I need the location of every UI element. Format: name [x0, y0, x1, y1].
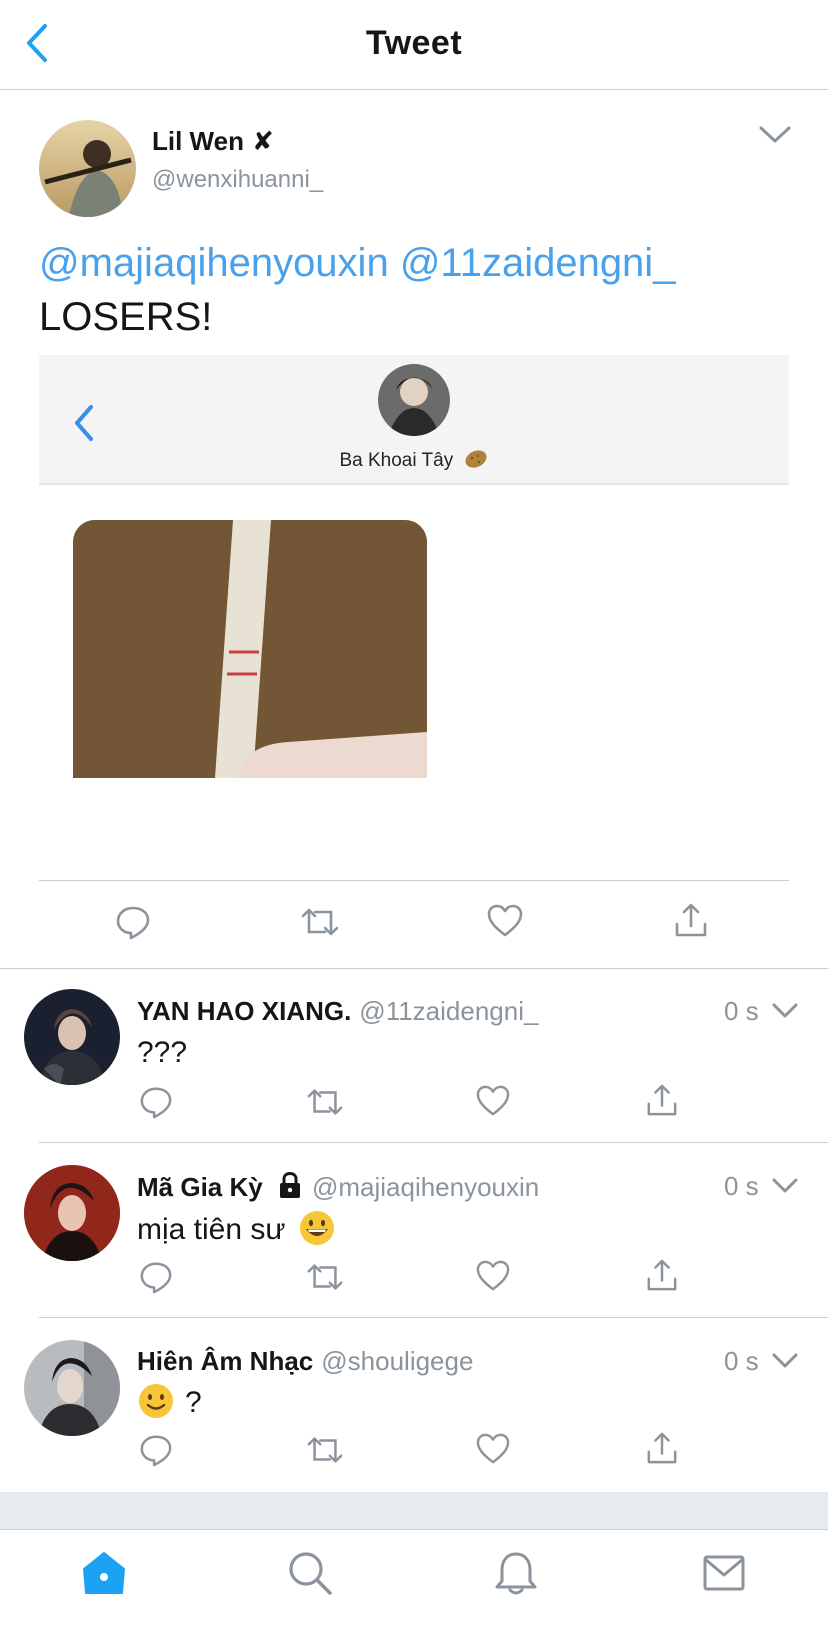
reply-button[interactable]	[139, 1085, 173, 1124]
author-name-text: Lil Wen	[152, 126, 244, 156]
retweet-icon	[307, 1437, 343, 1463]
embed-chat-avatar	[378, 364, 450, 436]
reply-icon	[140, 1262, 172, 1294]
author-name[interactable]: Lil Wen ✘	[152, 126, 274, 157]
bottom-tab-bar	[0, 1531, 828, 1628]
mention-link[interactable]: @11zaidengni_	[400, 241, 676, 285]
embed-chat-name-text: Ba Khoai Tây	[339, 450, 454, 471]
tweet-image[interactable]: Ba Khoai Tây	[39, 355, 789, 865]
search-icon	[289, 1552, 332, 1595]
tab-search[interactable]	[286, 1549, 334, 1597]
reply-text: ???	[137, 1036, 188, 1069]
reply-author-name[interactable]: Hiên Âm Nhạc	[137, 1346, 313, 1376]
mention-link[interactable]: @majiaqihenyouxin	[39, 241, 389, 285]
share-icon	[675, 903, 707, 937]
share-button[interactable]	[674, 902, 708, 943]
reply-timestamp: 0 s	[724, 1171, 759, 1201]
like-button[interactable]	[476, 1085, 510, 1122]
heart-icon	[476, 1433, 510, 1464]
reply-text-content: ?	[185, 1386, 202, 1419]
lock-icon	[279, 1171, 300, 1198]
reply-tweet[interactable]: Hiên Âm Nhạc @shouligege 0 s ?	[0, 1318, 828, 1492]
reply-options-button[interactable]	[770, 1175, 800, 1197]
chevron-down-icon	[772, 1353, 798, 1368]
embed-photo	[73, 520, 427, 778]
reply-header: Mã Gia Kỳ @majiaqihenyouxin	[137, 1171, 539, 1203]
retweet-button[interactable]	[306, 1261, 344, 1298]
home-icon	[83, 1552, 125, 1594]
reply-text: mịa tiên sư	[137, 1209, 336, 1247]
heart-icon	[476, 1260, 510, 1291]
tab-notifications[interactable]	[492, 1549, 540, 1597]
author-avatar[interactable]	[39, 120, 136, 217]
share-button[interactable]	[646, 1083, 678, 1122]
share-icon	[647, 1259, 677, 1291]
retweet-button[interactable]	[306, 1086, 344, 1123]
chevron-down-icon	[772, 1003, 798, 1018]
notifications-icon	[495, 1552, 537, 1595]
top-bar: Tweet	[0, 0, 828, 90]
reply-author-handle[interactable]: @shouligege	[321, 1346, 473, 1376]
retweet-icon	[307, 1264, 343, 1290]
tab-messages[interactable]	[700, 1549, 748, 1597]
reply-author-name[interactable]: YAN HAO XIANG.	[137, 996, 351, 1026]
reply-avatar[interactable]	[24, 989, 120, 1085]
reply-icon	[140, 1087, 172, 1119]
reply-timestamp: 0 s	[724, 1346, 759, 1376]
share-icon	[647, 1432, 677, 1464]
potato-icon	[464, 450, 487, 468]
reply-button[interactable]	[115, 904, 151, 945]
share-button[interactable]	[646, 1258, 678, 1297]
tweet-body: LOSERS!	[39, 295, 213, 339]
chevron-down-icon	[772, 1178, 798, 1193]
author-badge: ✘	[251, 126, 274, 156]
like-button[interactable]	[476, 1260, 510, 1297]
reply-timestamp: 0 s	[724, 996, 759, 1026]
slightly-smiling-face-icon	[139, 1384, 173, 1418]
reply-button[interactable]	[139, 1260, 173, 1299]
messages-icon	[703, 1555, 745, 1591]
retweet-button[interactable]	[306, 1434, 344, 1471]
reply-options-button[interactable]	[770, 1000, 800, 1022]
like-button[interactable]	[487, 904, 523, 943]
like-button[interactable]	[476, 1433, 510, 1470]
author-handle[interactable]: @wenxihuanni_	[152, 166, 323, 194]
timeline-footer	[0, 1492, 828, 1530]
tweet-options-button[interactable]	[757, 120, 793, 150]
reply-author-handle[interactable]: @majiaqihenyouxin	[312, 1172, 539, 1202]
tab-home[interactable]	[80, 1549, 128, 1597]
retweet-icon	[307, 1089, 343, 1115]
share-icon	[647, 1084, 677, 1116]
heart-icon	[476, 1085, 510, 1116]
reply-avatar[interactable]	[24, 1340, 120, 1436]
reply-avatar[interactable]	[24, 1165, 120, 1261]
chevron-down-icon	[759, 126, 791, 143]
reply-tweet[interactable]: Mã Gia Kỳ @majiaqihenyouxin 0 s mịa tiên…	[0, 1143, 828, 1318]
divider	[39, 880, 789, 881]
retweet-button[interactable]	[300, 906, 340, 943]
page-title: Tweet	[365, 24, 463, 62]
reply-header: Hiên Âm Nhạc @shouligege	[137, 1346, 473, 1377]
embed-chat-header: Ba Khoai Tây	[39, 355, 789, 485]
reply-icon	[140, 1435, 172, 1467]
reply-author-name[interactable]: Mã Gia Kỳ	[137, 1172, 263, 1202]
heart-icon	[487, 904, 523, 937]
reply-author-handle[interactable]: @11zaidengni_	[359, 996, 538, 1026]
reply-tweet[interactable]: YAN HAO XIANG. @11zaidengni_ 0 s ???	[0, 968, 828, 1143]
grinning-face-icon	[299, 1211, 334, 1245]
reply-button[interactable]	[139, 1433, 173, 1472]
reply-header: YAN HAO XIANG. @11zaidengni_	[137, 996, 538, 1027]
reply-text-content: mịa tiên sư	[137, 1213, 286, 1246]
reply-icon	[116, 906, 150, 940]
retweet-icon	[301, 908, 339, 936]
embed-back-icon	[69, 399, 99, 447]
share-button[interactable]	[646, 1431, 678, 1470]
reply-text: ?	[137, 1382, 202, 1420]
tweet-text: @majiaqihenyouxin @11zaidengni_ LOSERS!	[39, 236, 799, 344]
reply-options-button[interactable]	[770, 1350, 800, 1372]
embed-chat-name: Ba Khoai Tây	[39, 449, 789, 472]
